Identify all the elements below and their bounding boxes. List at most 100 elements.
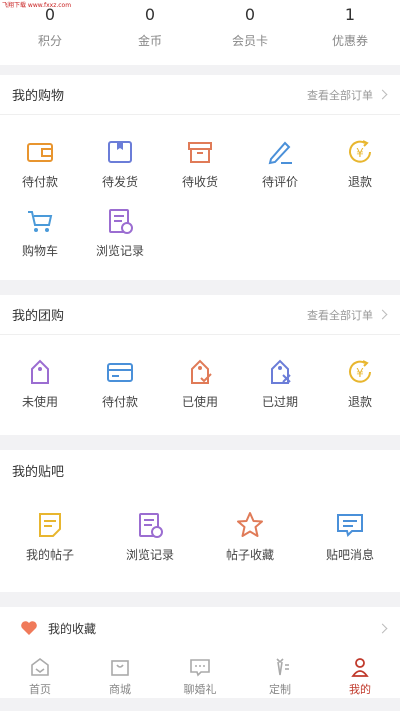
grid-item-pending-receipt[interactable]: 待收货 (160, 137, 240, 190)
tab-custom[interactable]: 定制 (240, 648, 320, 698)
tab-shop[interactable]: 商城 (80, 648, 160, 698)
grid-label: 待收货 (181, 175, 218, 189)
stat-coupons[interactable]: 1 优惠券 (300, 0, 400, 65)
chat-icon (190, 659, 210, 677)
shop-icon (111, 660, 129, 676)
grid-label: 购物车 (21, 244, 58, 258)
view-all-orders-link[interactable]: 查看全部订单 (307, 87, 388, 103)
grid-item-cart[interactable]: 购物车 (0, 206, 80, 259)
card-icon (107, 363, 133, 382)
tag-icon (31, 359, 49, 384)
watermark: 飞翔下载 www.fxxz.com (2, 2, 72, 9)
box-icon (188, 142, 212, 163)
grid-label: 贴吧消息 (325, 548, 374, 562)
grid-item-refund[interactable]: ¥ 退款 (320, 357, 400, 410)
favorites-row[interactable]: 我的收藏 (0, 607, 400, 649)
svg-text:¥: ¥ (356, 146, 364, 160)
section-title: 我的团购 (12, 309, 65, 324)
group-buy-header: 我的团购 查看全部订单 (0, 295, 400, 335)
tab-home[interactable]: 首页 (0, 648, 80, 698)
grid-label: 待付款 (101, 395, 138, 409)
package-icon (108, 141, 132, 163)
grid-label: 待付款 (21, 175, 58, 189)
chevron-right-icon (377, 309, 388, 320)
tab-label: 商城 (109, 683, 131, 696)
shopping-section: 我的购物 查看全部订单 待付款 待发货 待收货 待评价 ¥ 退款 购物车 浏览记… (0, 75, 400, 280)
tag-expired-icon (271, 359, 291, 384)
history-icon (109, 209, 133, 234)
note-icon (39, 513, 61, 537)
tieba-grid: 我的帖子 浏览记录 帖子收藏 贴吧消息 (0, 490, 400, 563)
grid-item-history[interactable]: 浏览记录 (100, 510, 200, 563)
stat-label: 会员卡 (231, 34, 268, 48)
favorites-label: 我的收藏 (48, 621, 97, 636)
tieba-header: 我的贴吧 (0, 450, 400, 490)
chevron-right-icon (377, 89, 388, 100)
cart-icon (28, 211, 53, 232)
grid-label: 未使用 (21, 395, 58, 409)
shopping-grid: 待付款 待发货 待收货 待评价 ¥ 退款 购物车 浏览记录 (0, 115, 400, 259)
heart-icon (21, 621, 37, 635)
stat-coins[interactable]: 0 金币 (100, 0, 200, 65)
stat-label: 优惠券 (331, 34, 368, 48)
section-title: 我的贴吧 (12, 464, 65, 480)
history-icon (139, 513, 163, 538)
view-all-group-orders-link[interactable]: 查看全部订单 (307, 307, 388, 323)
link-label: 查看全部订单 (307, 88, 373, 102)
tab-label: 我的 (349, 683, 371, 696)
user-icon (351, 658, 369, 677)
grid-label: 已使用 (181, 395, 218, 409)
tag-check-icon (191, 359, 212, 384)
tab-label: 聊婚礼 (183, 683, 217, 696)
grid-item-pending-shipment[interactable]: 待发货 (80, 137, 160, 190)
grid-item-history[interactable]: 浏览记录 (80, 206, 160, 259)
grid-label: 我的帖子 (25, 548, 74, 562)
star-icon (237, 512, 263, 537)
stat-points[interactable]: 0 积分 (0, 0, 100, 65)
tab-mine[interactable]: 我的 (320, 648, 400, 698)
tab-label: 首页 (29, 683, 51, 696)
home-icon (31, 658, 49, 676)
stat-label: 金币 (137, 34, 162, 48)
grid-label: 待评价 (261, 175, 298, 189)
grid-item-pending-payment[interactable]: 待付款 (80, 357, 160, 410)
grid-item-tieba-messages[interactable]: 贴吧消息 (300, 510, 400, 563)
group-buy-section: 我的团购 查看全部订单 未使用 待付款 已使用 已过期 ¥ 退款 (0, 295, 400, 435)
svg-text:¥: ¥ (356, 366, 364, 380)
tab-wedding-chat[interactable]: 聊婚礼 (160, 648, 240, 698)
grid-item-expired[interactable]: 已过期 (240, 357, 320, 410)
shopping-header: 我的购物 查看全部订单 (0, 75, 400, 115)
yen-refund-icon: ¥ (349, 140, 371, 163)
tab-label: 定制 (269, 683, 291, 696)
grid-label: 浏览记录 (125, 548, 174, 562)
grid-label: 退款 (347, 175, 372, 189)
stat-value: 0 (144, 5, 156, 24)
stat-value: 1 (344, 5, 356, 24)
stat-label: 积分 (37, 34, 62, 48)
section-title: 我的购物 (12, 89, 65, 104)
grid-item-pending-review[interactable]: 待评价 (240, 137, 320, 190)
grid-label: 退款 (347, 395, 372, 409)
grid-item-post-favorites[interactable]: 帖子收藏 (200, 510, 300, 563)
group-buy-grid: 未使用 待付款 已使用 已过期 ¥ 退款 (0, 335, 400, 410)
tieba-section: 我的贴吧 我的帖子 浏览记录 帖子收藏 贴吧消息 (0, 450, 400, 592)
grid-item-refund[interactable]: ¥ 退款 (320, 137, 400, 190)
grid-label: 已过期 (261, 395, 298, 409)
chevron-right-icon (377, 623, 388, 633)
grid-label: 待发货 (101, 175, 138, 189)
suit-icon (276, 658, 289, 676)
grid-label: 浏览记录 (95, 244, 144, 258)
stat-value: 0 (244, 5, 256, 24)
stat-member-card[interactable]: 0 会员卡 (200, 0, 300, 65)
yen-refund-icon: ¥ (349, 360, 371, 383)
bottom-tab-bar: 首页 商城 聊婚礼 定制 我的 (0, 648, 400, 698)
pencil-icon (268, 141, 292, 165)
message-icon (337, 514, 363, 537)
grid-item-used[interactable]: 已使用 (160, 357, 240, 410)
stats-bar: 0 积分 0 金币 0 会员卡 1 优惠券 (0, 0, 400, 65)
wallet-icon (27, 143, 53, 162)
grid-item-pending-payment[interactable]: 待付款 (0, 137, 80, 190)
link-label: 查看全部订单 (307, 308, 373, 322)
grid-item-unused[interactable]: 未使用 (0, 357, 80, 410)
grid-item-my-posts[interactable]: 我的帖子 (0, 510, 100, 563)
